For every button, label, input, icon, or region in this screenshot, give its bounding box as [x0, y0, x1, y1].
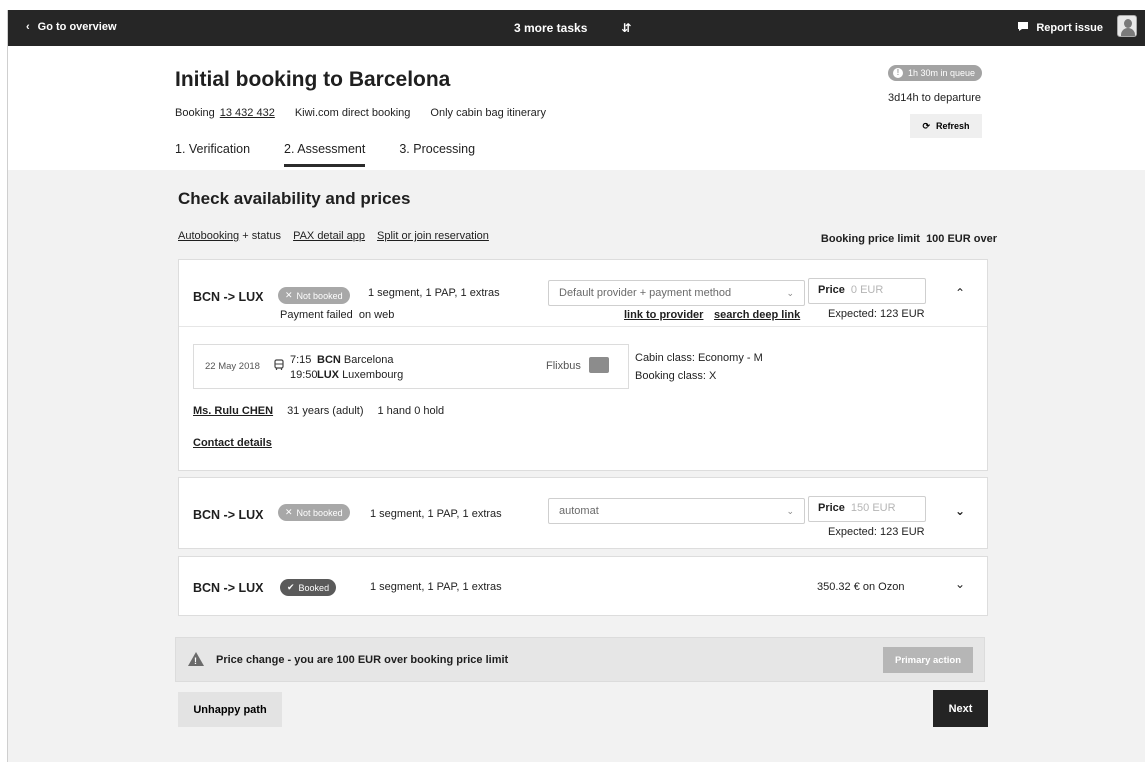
warning-icon: ! [188, 652, 204, 666]
route-label: BCN -> LUX [193, 508, 264, 522]
tab-assessment[interactable]: 2. Assessment [284, 142, 366, 167]
task-header: Initial booking to Barcelona Booking 13 4… [8, 46, 1145, 170]
segment-summary: 1 segment, 1 PAP, 1 extras [368, 287, 500, 299]
booking-price-limit: Booking price limit 100 EUR over [820, 233, 997, 245]
segment-summary: 1 segment, 1 PAP, 1 extras [370, 581, 502, 593]
page-title: Initial booking to Barcelona [175, 68, 451, 91]
chevron-down-icon: ⌄ [786, 506, 794, 516]
passenger-row: Ms. Rulu CHEN 31 years (adult) 1 hand 0 … [193, 405, 444, 417]
queue-badge: ! 1h 30m in queue [887, 65, 982, 81]
chevron-down-icon: ⌄ [786, 288, 794, 298]
segment-summary: 1 segment, 1 PAP, 1 extras [370, 508, 502, 520]
refresh-icon: ⟳ [922, 120, 931, 131]
status-badge-booked: ✔ Booked [280, 579, 337, 596]
section-heading: Check availability and prices [178, 189, 411, 208]
expected-price: Expected: 123 EUR [828, 308, 925, 320]
carrier-name: Flixbus [546, 360, 581, 372]
segment-date: 22 May 2018 [205, 361, 260, 372]
task-switcher[interactable]: 3 more tasks ⇵ [514, 21, 631, 35]
status-badge: ✕ Not booked [278, 504, 350, 521]
status-badge: ✕ Not booked [278, 287, 350, 304]
tool-links: Autobooking + status PAX detail app Spli… [178, 230, 489, 242]
passenger-bags: 1 hand 0 hold [377, 405, 445, 417]
refresh-button[interactable]: ⟳ Refresh [910, 114, 982, 138]
reservation-card-3: BCN -> LUX ✔ Booked 1 segment, 1 PAP, 1 … [178, 556, 988, 616]
go-to-overview-label: Go to overview [37, 21, 117, 33]
split-join-link[interactable]: Split or join reservation [377, 230, 489, 242]
up-down-chevron-icon: ⇵ [621, 21, 632, 35]
autobooking-link[interactable]: Autobooking [178, 230, 239, 242]
step-tabs: 1. Verification 2. Assessment 3. Process… [175, 142, 475, 167]
segment-classes: Cabin class: Economy - M Booking class: … [635, 352, 763, 382]
go-to-overview-button[interactable]: ‹ Go to overview [26, 21, 117, 33]
provider-select[interactable]: automat ⌄ [548, 498, 805, 524]
contact-details-link[interactable]: Contact details [193, 437, 272, 449]
route-label: BCN -> LUX [193, 581, 264, 595]
provider-select[interactable]: Default provider + payment method ⌄ [548, 280, 805, 306]
chat-bubble-icon [1017, 21, 1029, 35]
link-to-provider[interactable]: link to provider [624, 309, 703, 321]
assessment-panel: Check availability and prices Autobookin… [8, 170, 1145, 762]
primary-action-button[interactable]: Primary action [883, 647, 973, 673]
close-icon: ✕ [285, 507, 293, 517]
chevron-left-icon: ‹ [26, 21, 30, 33]
booking-type: Kiwi.com direct booking [294, 107, 411, 119]
check-icon: ✔ [287, 582, 295, 592]
chevron-down-icon[interactable]: ⌄ [955, 504, 965, 518]
price-input[interactable]: Price 0 EUR [808, 278, 926, 304]
price-input[interactable]: Price 150 EUR [808, 496, 926, 522]
info-icon: ! [892, 68, 903, 78]
user-avatar[interactable] [1117, 15, 1137, 37]
booking-number-link[interactable]: 13 432 432 [220, 107, 275, 119]
passenger-name-link[interactable]: Ms. Rulu CHEN [193, 405, 273, 417]
payment-error: Payment failed on web [280, 309, 395, 321]
chevron-up-icon[interactable]: ⌃ [955, 286, 965, 300]
status-label: + status [242, 230, 282, 242]
booking-info: Booking 13 432 432 Kiwi.com direct bookin… [175, 107, 546, 119]
segment-stations: BCN Barcelona LUX Luxembourg [317, 354, 404, 381]
search-deep-link[interactable]: search deep link [714, 309, 800, 321]
booked-price: 350.32 € on Ozon [817, 581, 905, 593]
card-divider [179, 326, 987, 327]
tasks-label: 3 more tasks [514, 21, 588, 35]
segment-row[interactable]: 22 May 2018 7:15 19:50 BCN Barcelona LUX… [193, 344, 629, 389]
price-change-alert: ! Price change - you are 100 EUR over bo… [175, 637, 985, 682]
booking-ref: Booking 13 432 432 [175, 107, 275, 119]
reservation-card-2: BCN -> LUX ✕ Not booked 1 segment, 1 PAP… [178, 477, 988, 549]
report-issue-button[interactable]: Report issue [1017, 21, 1103, 35]
top-bar: ‹ Go to overview 3 more tasks ⇵ Report i… [8, 10, 1145, 46]
reservation-card-1: BCN -> LUX ✕ Not booked 1 segment, 1 PAP… [178, 259, 988, 471]
bus-icon [273, 359, 285, 374]
app-frame: ‹ Go to overview 3 more tasks ⇵ Report i… [7, 10, 1145, 762]
alert-message: Price change - you are 100 EUR over book… [216, 654, 509, 666]
expected-price: Expected: 123 EUR [828, 526, 925, 538]
tab-verification[interactable]: 1. Verification [175, 142, 250, 167]
route-label: BCN -> LUX [193, 290, 264, 304]
segment-times: 7:15 19:50 [290, 354, 318, 381]
tab-processing[interactable]: 3. Processing [399, 142, 475, 167]
report-issue-label: Report issue [1036, 22, 1103, 34]
pax-detail-link[interactable]: PAX detail app [293, 230, 365, 242]
chevron-down-icon[interactable]: ⌄ [955, 577, 965, 591]
close-icon: ✕ [285, 290, 293, 300]
itinerary-note: Only cabin bag itinerary [430, 107, 546, 119]
departure-countdown: 3d14h to departure [888, 92, 981, 104]
passenger-age: 31 years (adult) [287, 405, 364, 417]
unhappy-path-button[interactable]: Unhappy path [178, 692, 282, 727]
next-button[interactable]: Next [933, 690, 988, 727]
carrier-logo-icon [589, 357, 609, 373]
